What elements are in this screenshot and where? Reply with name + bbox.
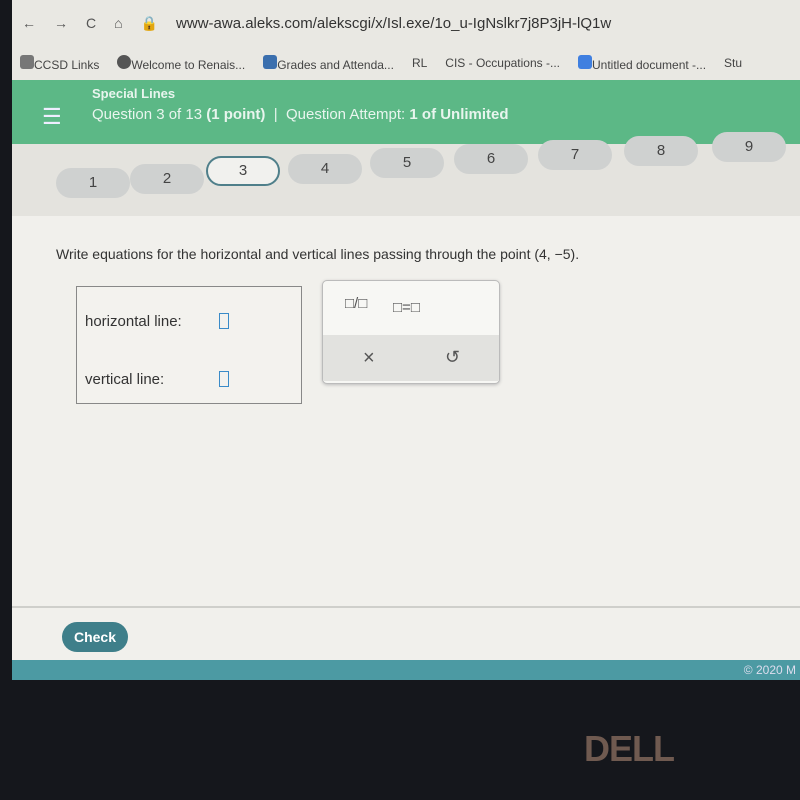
bookmark-cis[interactable]: CIS - Occupations -...	[445, 56, 560, 70]
aleks-header: ☰ Special Lines Question 3 of 13 (1 poin…	[12, 80, 800, 144]
horizontal-input[interactable]	[219, 313, 229, 329]
folder-icon	[20, 54, 34, 69]
globe-icon	[117, 54, 132, 69]
undo-button[interactable]: ↺	[445, 347, 460, 368]
question-nav: 1 2 3 4 5 6 7 8 9	[12, 132, 800, 216]
reload-icon[interactable]: C	[86, 15, 96, 31]
home-icon[interactable]: ⌂	[114, 15, 122, 31]
bookmarks-bar: CCSD Links Welcome to Renais... Grades a…	[12, 46, 800, 80]
topic-title: Special Lines	[92, 86, 176, 101]
question-info: Question 3 of 13 (1 point) | Question At…	[92, 106, 509, 123]
question-4[interactable]: 4	[288, 154, 362, 184]
equals-button[interactable]: □=□	[393, 299, 420, 316]
clear-button[interactable]: ×	[363, 347, 375, 370]
question-1[interactable]: 1	[56, 168, 130, 198]
math-keypad: □/□ □=□ × ↺	[322, 280, 500, 384]
back-icon[interactable]: ←	[22, 15, 36, 31]
question-3[interactable]: 3	[206, 156, 280, 186]
question-6[interactable]: 6	[454, 144, 528, 174]
bookmark-ccsd[interactable]: CCSD Links	[20, 54, 99, 72]
question-7[interactable]: 7	[538, 140, 612, 170]
horizontal-label: horizontal line:	[85, 313, 182, 330]
vertical-label: vertical line:	[85, 371, 165, 388]
question-2[interactable]: 2	[130, 164, 204, 194]
footer: Check	[12, 606, 800, 660]
menu-icon[interactable]: ☰	[42, 104, 62, 130]
url-field[interactable]: www-awa.aleks.com/alekscgi/x/Isl.exe/1o_…	[176, 15, 611, 32]
dell-logo: DELL	[584, 728, 675, 769]
check-button[interactable]: Check	[62, 622, 128, 652]
question-content: Write equations for the horizontal and v…	[12, 216, 800, 606]
answer-box: horizontal line: vertical line:	[76, 286, 302, 404]
bookmark-renais[interactable]: Welcome to Renais...	[117, 54, 245, 72]
forward-icon[interactable]: →	[54, 15, 68, 31]
p-icon	[263, 54, 278, 69]
bookmark-grades[interactable]: Grades and Attenda...	[263, 54, 394, 72]
bookmark-stu[interactable]: Stu	[724, 56, 742, 70]
bookmark-untitled[interactable]: Untitled document -...	[577, 54, 706, 72]
question-9[interactable]: 9	[712, 132, 786, 162]
fraction-button[interactable]: □/□	[345, 295, 367, 312]
lock-icon: 🔒	[140, 14, 159, 31]
address-bar: ← → C ⌂ 🔒 www-awa.aleks.com/alekscgi/x/I…	[12, 0, 800, 46]
vertical-input[interactable]	[219, 371, 229, 387]
question-8[interactable]: 8	[624, 136, 698, 166]
bookmark-rl[interactable]: RL	[412, 56, 427, 70]
docs-icon	[577, 54, 592, 69]
copyright-bar: © 2020 M	[12, 660, 800, 680]
question-prompt: Write equations for the horizontal and v…	[56, 246, 580, 262]
question-5[interactable]: 5	[370, 148, 444, 178]
screen: ← → C ⌂ 🔒 www-awa.aleks.com/alekscgi/x/I…	[12, 0, 800, 680]
